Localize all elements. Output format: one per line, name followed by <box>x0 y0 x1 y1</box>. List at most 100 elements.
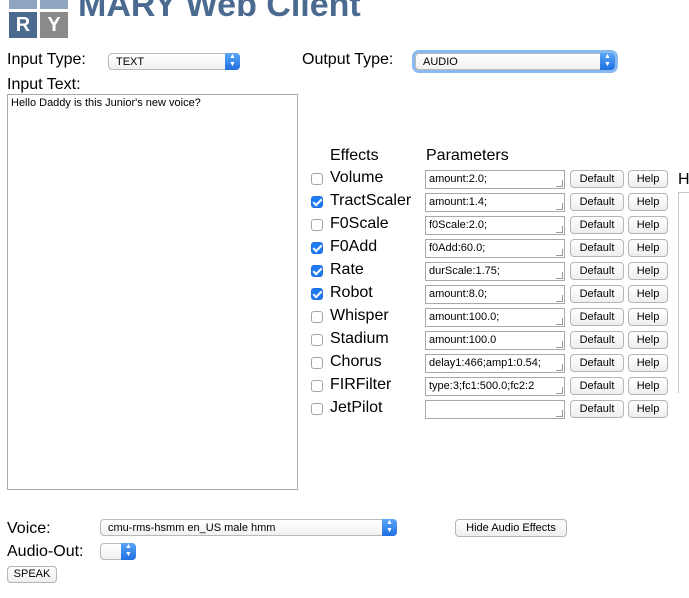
app-title: MARY Web Client <box>78 0 361 24</box>
output-type-value: AUDIO <box>423 56 458 68</box>
effect-checkbox[interactable] <box>311 403 323 415</box>
input-type-value: TEXT <box>116 56 145 68</box>
logo-letter-y: Y <box>40 12 68 38</box>
effect-help-button[interactable]: Help <box>628 308 668 326</box>
effect-default-button[interactable]: Default <box>570 216 624 234</box>
effect-default-button[interactable]: Default <box>570 285 624 303</box>
effect-name: Chorus <box>330 353 382 370</box>
effect-parameter-field[interactable]: amount:1.4; <box>425 193 565 212</box>
audio-out-select[interactable]: ▲ ▼ <box>100 543 136 560</box>
effect-parameter-value: amount:8.0; <box>429 288 488 300</box>
effect-default-button[interactable]: Default <box>570 239 624 257</box>
effect-checkbox[interactable] <box>311 242 323 254</box>
effect-name: FIRFilter <box>330 376 392 393</box>
mary-logo: R Y <box>9 0 69 38</box>
chevron-updown-icon: ▲ ▼ <box>382 519 397 536</box>
chevron-updown-icon: ▲ ▼ <box>600 53 615 70</box>
logo-letter-r: R <box>9 12 37 38</box>
audio-out-label: Audio-Out: <box>7 543 84 560</box>
effect-parameter-field[interactable]: amount:2.0; <box>425 170 565 189</box>
help-panel <box>678 192 689 393</box>
effect-help-button[interactable]: Help <box>628 262 668 280</box>
effect-name: Robot <box>330 284 373 301</box>
effect-help-button[interactable]: Help <box>628 170 668 188</box>
effect-help-button[interactable]: Help <box>628 216 668 234</box>
effect-name: Rate <box>330 261 364 278</box>
effect-help-button[interactable]: Help <box>628 239 668 257</box>
effect-parameter-value: durScale:1.75; <box>429 265 500 277</box>
effect-help-button[interactable]: Help <box>628 331 668 349</box>
effect-help-button[interactable]: Help <box>628 285 668 303</box>
effect-checkbox[interactable] <box>311 196 323 208</box>
effect-default-button[interactable]: Default <box>570 377 624 395</box>
resize-grip-icon[interactable] <box>556 272 563 279</box>
effect-checkbox[interactable] <box>311 334 323 346</box>
help-panel-label: H <box>678 171 689 188</box>
effect-parameter-value: type:3;fc1:500.0;fc2:2 <box>429 380 535 392</box>
effect-help-button[interactable]: Help <box>628 377 668 395</box>
resize-grip-icon[interactable] <box>556 249 563 256</box>
effect-parameter-field[interactable] <box>425 400 565 419</box>
resize-grip-icon[interactable] <box>556 295 563 302</box>
logo-block <box>40 0 68 9</box>
input-text-area[interactable]: Hello Daddy is this Junior's new voice? <box>7 94 298 490</box>
effect-checkbox[interactable] <box>311 288 323 300</box>
resize-grip-icon[interactable] <box>556 180 563 187</box>
voice-select[interactable]: cmu-rms-hsmm en_US male hmm ▲ ▼ <box>100 519 397 536</box>
effect-parameter-field[interactable]: delay1:466;amp1:0.54; <box>425 354 565 373</box>
input-type-label: Input Type: <box>7 51 86 68</box>
effect-name: F0Scale <box>330 215 389 232</box>
effect-parameter-field[interactable]: amount:100.0; <box>425 308 565 327</box>
effect-default-button[interactable]: Default <box>570 308 624 326</box>
effect-help-button[interactable]: Help <box>628 400 668 418</box>
effect-checkbox[interactable] <box>311 219 323 231</box>
voice-label: Voice: <box>7 520 51 537</box>
resize-grip-icon[interactable] <box>556 341 563 348</box>
effect-name: Stadium <box>330 330 389 347</box>
input-type-select[interactable]: TEXT ▲ ▼ <box>108 53 240 70</box>
effect-help-button[interactable]: Help <box>628 193 668 211</box>
effect-parameter-value: amount:1.4; <box>429 196 488 208</box>
chevron-updown-icon: ▲ ▼ <box>225 53 240 70</box>
effect-parameter-field[interactable]: f0Scale:2.0; <box>425 216 565 235</box>
resize-grip-icon[interactable] <box>556 364 563 371</box>
resize-grip-icon[interactable] <box>556 387 563 394</box>
effects-header: Effects <box>330 147 379 164</box>
effect-name: JetPilot <box>330 399 383 416</box>
effect-parameter-field[interactable]: durScale:1.75; <box>425 262 565 281</box>
effect-checkbox[interactable] <box>311 265 323 277</box>
voice-value: cmu-rms-hsmm en_US male hmm <box>108 522 276 534</box>
effect-help-button[interactable]: Help <box>628 354 668 372</box>
effect-parameter-field[interactable]: f0Add:60.0; <box>425 239 565 258</box>
hide-audio-effects-button[interactable]: Hide Audio Effects <box>455 519 567 537</box>
effect-checkbox[interactable] <box>311 357 323 369</box>
effect-default-button[interactable]: Default <box>570 170 624 188</box>
output-type-label: Output Type: <box>302 51 394 68</box>
resize-grip-icon[interactable] <box>556 410 563 417</box>
effect-name: F0Add <box>330 238 378 255</box>
effect-checkbox[interactable] <box>311 380 323 392</box>
effect-default-button[interactable]: Default <box>570 354 624 372</box>
effect-checkbox[interactable] <box>311 173 323 185</box>
resize-grip-icon[interactable] <box>556 203 563 210</box>
parameters-header: Parameters <box>426 147 509 164</box>
effect-default-button[interactable]: Default <box>570 262 624 280</box>
speak-button[interactable]: SPEAK <box>7 566 57 583</box>
effect-name: Volume <box>330 169 384 186</box>
effect-parameter-value: amount:2.0; <box>429 173 488 185</box>
effect-name: Whisper <box>330 307 389 324</box>
resize-grip-icon[interactable] <box>556 318 563 325</box>
effect-default-button[interactable]: Default <box>570 400 624 418</box>
output-type-select[interactable]: AUDIO ▲ ▼ <box>415 53 615 70</box>
effect-parameter-value: amount:100.0; <box>429 311 500 323</box>
effect-default-button[interactable]: Default <box>570 193 624 211</box>
effect-parameter-field[interactable]: type:3;fc1:500.0;fc2:2 <box>425 377 565 396</box>
resize-grip-icon[interactable] <box>556 226 563 233</box>
effect-name: TractScaler <box>330 192 412 209</box>
effect-parameter-value: delay1:466;amp1:0.54; <box>429 357 541 369</box>
effect-parameter-field[interactable]: amount:8.0; <box>425 285 565 304</box>
effect-parameter-field[interactable]: amount:100.0 <box>425 331 565 350</box>
effect-checkbox[interactable] <box>311 311 323 323</box>
effect-parameter-value: f0Add:60.0; <box>429 242 486 254</box>
effect-default-button[interactable]: Default <box>570 331 624 349</box>
